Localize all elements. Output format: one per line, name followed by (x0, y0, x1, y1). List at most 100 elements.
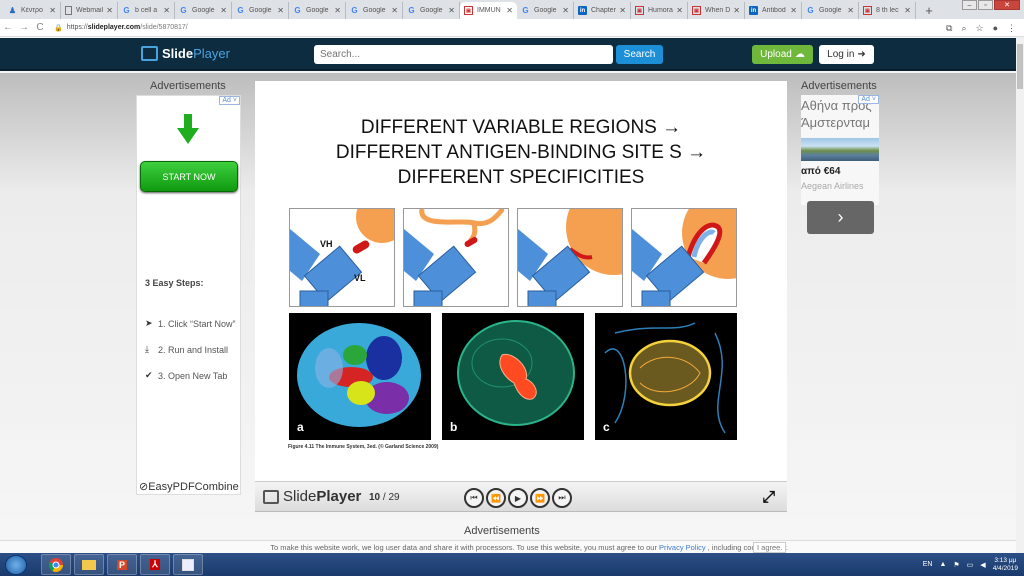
acrobat-taskbar-icon[interactable]: ⅄ (140, 554, 170, 575)
linkedin-icon: in (578, 6, 587, 15)
player-logo[interactable]: Slide Player (263, 488, 361, 505)
close-tab-icon[interactable]: ✕ (163, 6, 170, 15)
browser-tab[interactable]: in Antibod ✕ (745, 2, 802, 19)
browser-tab[interactable]: G Google ✕ (232, 2, 289, 19)
close-tab-icon[interactable]: ✕ (506, 6, 513, 15)
translate-icon[interactable]: ⧉ (946, 23, 952, 34)
menu-icon[interactable]: ⋮ (1007, 23, 1016, 34)
maximize-button[interactable]: ▫ (978, 0, 993, 10)
i-agree-button[interactable]: I agree. (753, 542, 787, 553)
close-tab-icon[interactable]: ✕ (790, 6, 797, 15)
right-ad-choices-badge[interactable]: Ad ˅ (858, 95, 879, 104)
action-center-flag-icon[interactable]: ⚑ (953, 561, 959, 569)
browser-tab[interactable]: in Chapter ✕ (574, 2, 631, 19)
close-tab-icon[interactable]: ✕ (733, 6, 740, 15)
playback-controls: ⏮ ⏪ ▶ ⏩ ⏭ (464, 488, 572, 508)
close-tab-icon[interactable]: ✕ (904, 6, 911, 15)
privacy-policy-link[interactable]: Privacy Policy (659, 543, 706, 552)
minimize-button[interactable]: – (962, 0, 977, 10)
search-button[interactable]: Search (616, 45, 663, 64)
step-3: ✔ 3. Open New Tab (145, 370, 227, 381)
browser-tab[interactable]: ▣ 8 th lec ✕ (859, 2, 916, 19)
close-tab-icon[interactable]: ✕ (619, 6, 626, 15)
vertical-scrollbar[interactable] (1016, 37, 1024, 553)
right-ad-next-button[interactable]: › (807, 201, 874, 234)
file-explorer-taskbar-icon[interactable] (74, 554, 104, 575)
scrollbar-thumb[interactable] (1017, 44, 1023, 89)
chrome-taskbar-icon[interactable] (41, 554, 71, 575)
back-icon[interactable]: ← (0, 22, 16, 33)
chevron-right-icon: › (837, 207, 844, 227)
browser-tab[interactable]: G Google ✕ (517, 2, 574, 19)
right-ad[interactable]: Αθήνα προς Άμστερνταμ Ad ˅ από €64 Aegea… (801, 95, 879, 205)
tab-title: Google (192, 7, 215, 14)
browser-tab[interactable]: ▣ When D ✕ (688, 2, 745, 19)
close-tab-icon[interactable]: ✕ (847, 6, 854, 15)
new-tab-button[interactable]: + (920, 2, 938, 19)
close-tab-icon[interactable]: ✕ (220, 6, 227, 15)
close-tab-icon[interactable]: ✕ (106, 6, 113, 15)
right-ad-advertiser: Aegean Airlines (801, 181, 864, 191)
slide-viewer[interactable]: DIFFERENT VARIABLE REGIONS → DIFFERENT A… (255, 81, 787, 481)
ad-choices-badge[interactable]: Ad ˅ (219, 96, 240, 105)
bookmark-star-icon[interactable]: ☆ (975, 23, 983, 34)
show-hidden-icons-icon[interactable]: ▲ (939, 561, 946, 568)
google-icon: G (180, 6, 187, 15)
close-window-button[interactable]: ✕ (994, 0, 1020, 10)
slide-title: DIFFERENT VARIABLE REGIONS → DIFFERENT A… (255, 115, 787, 190)
first-slide-button[interactable]: ⏮ (464, 488, 484, 508)
browser-tab[interactable]: G Google ✕ (802, 2, 859, 19)
start-now-button[interactable]: START NOW (140, 161, 238, 192)
browser-tab[interactable]: G Google ✕ (175, 2, 232, 19)
system-tray: EN ▲ ⚑ ▭ ◀ 3:13 μμ 4/4/2019 (923, 553, 1018, 576)
slideplayer-logo[interactable]: Slide Player (141, 46, 230, 61)
close-tab-icon[interactable]: ✕ (334, 6, 341, 15)
close-tab-icon[interactable]: ✕ (49, 6, 56, 15)
clock[interactable]: 3:13 μμ 4/4/2019 (993, 557, 1018, 573)
play-button[interactable]: ▶ (508, 488, 528, 508)
browser-tab[interactable]: ▣ Humora ✕ (631, 2, 688, 19)
molecule-image-b: b (442, 313, 584, 440)
reload-icon[interactable]: C (32, 22, 48, 33)
powerpoint-taskbar-icon[interactable]: P (107, 554, 137, 575)
url-field[interactable]: 🔒 https://slideplayer.com/slide/5870817/ (54, 24, 188, 32)
slideplayer-icon: ▣ (635, 6, 644, 15)
close-tab-icon[interactable]: ✕ (562, 6, 569, 15)
browser-tab[interactable]: Gb cell a ✕ (118, 2, 175, 19)
cookie-consent-bar: To make this website work, we log user d… (0, 540, 1016, 553)
forward-icon[interactable]: → (16, 22, 32, 33)
close-tab-icon[interactable]: ✕ (448, 6, 455, 15)
right-ad-heading: Advertisements (801, 80, 877, 92)
step-3-label: 3. Open New Tab (158, 370, 228, 381)
tab-title: b cell a (135, 7, 158, 14)
browser-tab[interactable]: Webmail ✕ (61, 2, 118, 19)
close-tab-icon[interactable]: ✕ (277, 6, 284, 15)
search-input[interactable] (314, 45, 613, 64)
step-2-label: 2. Run and Install (158, 344, 229, 355)
browser-tab[interactable]: ♟ Κέντρο ✕ (4, 2, 61, 19)
left-ad[interactable]: Ad ˅ START NOW 3 Easy Steps: ➤ 1. Click “… (136, 95, 241, 495)
fullscreen-icon[interactable]: ⤢ (762, 489, 775, 507)
next-slide-button[interactable]: ⏩ (530, 488, 550, 508)
zoom-icon[interactable]: ⌕ (961, 23, 966, 34)
browser-tab[interactable]: G Google ✕ (346, 2, 403, 19)
login-button[interactable]: Log in ➜ (819, 45, 874, 64)
close-tab-icon[interactable]: ✕ (391, 6, 398, 15)
steps-title: 3 Easy Steps: (145, 278, 204, 288)
upload-button[interactable]: Upload ☁ (752, 45, 813, 64)
user-icon: ♟ (8, 6, 17, 15)
language-indicator[interactable]: EN (923, 561, 933, 568)
browser-tab[interactable]: G Google ✕ (289, 2, 346, 19)
browser-tab[interactable]: ▣ IMMUN ✕ (460, 2, 517, 19)
volume-icon[interactable]: ◀ (980, 561, 985, 569)
close-tab-icon[interactable]: ✕ (676, 6, 683, 15)
figure-caption: Figure 4.11 The Immune System, 3ed. (© G… (288, 444, 439, 450)
profile-icon[interactable]: ● (993, 23, 998, 33)
last-slide-button[interactable]: ⏭ (552, 488, 572, 508)
google-icon: G (408, 6, 415, 15)
window-taskbar-icon[interactable] (173, 554, 203, 575)
start-button[interactable] (5, 554, 27, 575)
browser-tab[interactable]: G Google ✕ (403, 2, 460, 19)
network-icon[interactable]: ▭ (967, 561, 974, 569)
previous-slide-button[interactable]: ⏪ (486, 488, 506, 508)
